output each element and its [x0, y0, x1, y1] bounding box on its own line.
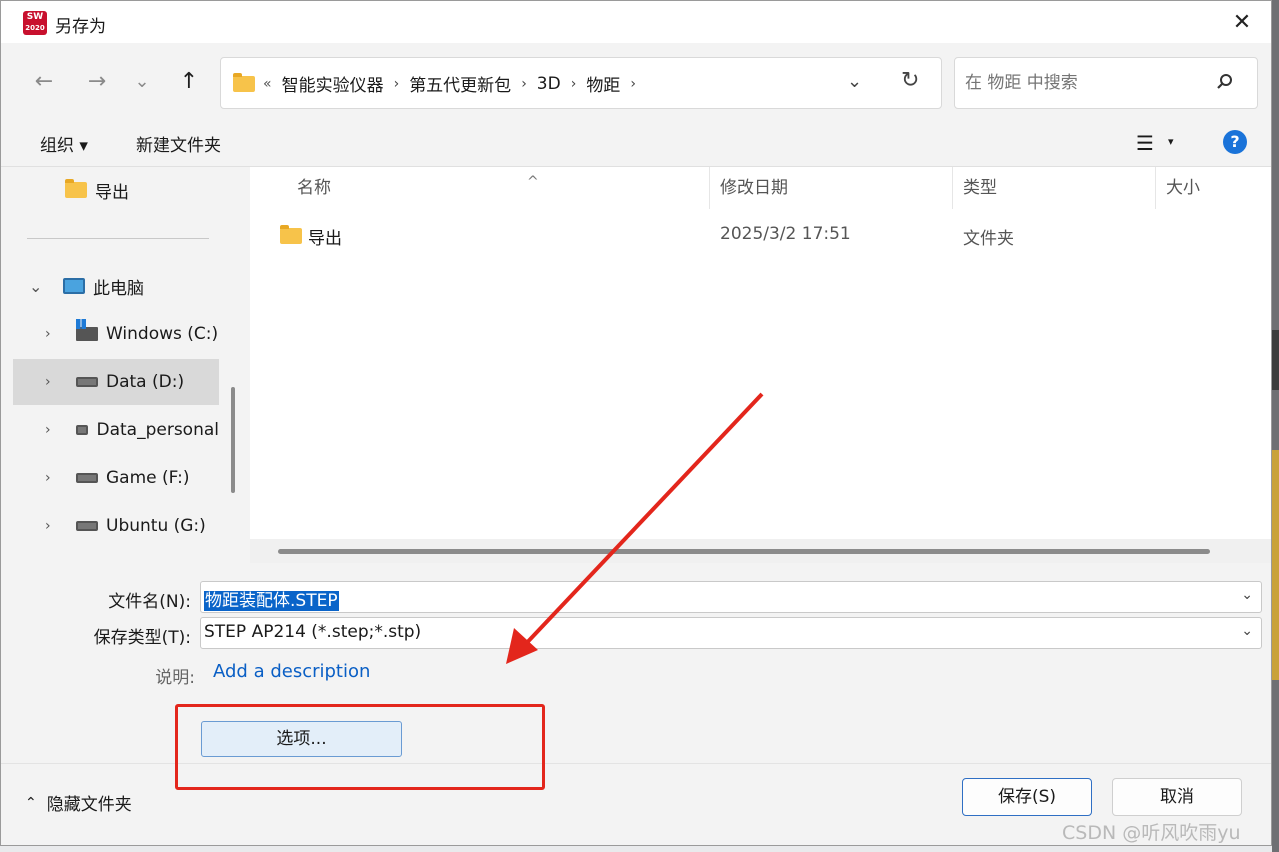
- chevron-up-icon: ⌃: [25, 794, 37, 811]
- search-box[interactable]: [954, 57, 1258, 109]
- filename-value: 物距装配体.STEP: [204, 591, 339, 611]
- column-header-date[interactable]: 修改日期: [708, 167, 953, 209]
- sort-ascending-icon: ^: [527, 174, 539, 190]
- forward-arrow-icon[interactable]: →: [82, 67, 112, 97]
- windows-drive-icon: [76, 319, 98, 341]
- breadcrumb-item[interactable]: 智能实验仪器: [282, 71, 384, 96]
- chevron-down-icon[interactable]: ⌄: [29, 277, 42, 296]
- organize-menu[interactable]: 组织 ▾: [40, 131, 88, 156]
- chevron-right-icon: ›: [570, 75, 577, 92]
- breadcrumb: « 智能实验仪器 › 第五代更新包 › 3D › 物距 ›: [263, 71, 646, 97]
- file-date: 2025/3/2 17:51: [720, 224, 851, 244]
- file-name: 导出: [308, 229, 342, 249]
- computer-icon: [63, 278, 85, 294]
- navigation-pane: 导出 ⌄ 此电脑 › Windows (C:) › Data (D:) › Da…: [13, 167, 245, 563]
- divider: [27, 238, 209, 239]
- chevron-down-icon[interactable]: ▾: [1168, 135, 1174, 148]
- chevron-right-icon: ›: [393, 75, 400, 92]
- sidebar-item-drive-d[interactable]: › Data (D:): [13, 359, 219, 405]
- chevron-right-icon: ›: [630, 75, 636, 92]
- description-label: 说明:: [155, 668, 195, 688]
- chevron-down-icon[interactable]: ⌄: [1241, 623, 1253, 639]
- chevron-down-icon[interactable]: ⌄: [1241, 587, 1253, 603]
- sidebar-item-export[interactable]: 导出: [13, 167, 219, 213]
- back-arrow-icon[interactable]: ←: [29, 67, 59, 97]
- up-arrow-icon[interactable]: ↑: [174, 67, 204, 97]
- folder-icon: [233, 73, 255, 92]
- new-folder-button[interactable]: 新建文件夹: [136, 131, 221, 156]
- column-header-name[interactable]: ^ 名称: [285, 167, 710, 209]
- drive-icon: [76, 425, 89, 435]
- sidebar-item-this-pc[interactable]: ⌄ 此电脑: [13, 263, 219, 309]
- filename-field[interactable]: 物距装配体.STEP ⌄: [200, 581, 1262, 613]
- search-input[interactable]: [965, 70, 1205, 96]
- chevron-right-icon[interactable]: ›: [45, 374, 51, 390]
- filename-label: 文件名(N):: [108, 592, 191, 612]
- drive-icon: [76, 377, 98, 387]
- file-type: 文件夹: [963, 229, 1014, 249]
- command-bar: 组织 ▾ 新建文件夹 ☰ ▾ ?: [1, 119, 1271, 167]
- sidebar-item-drive-e[interactable]: › Data_personal: [13, 407, 219, 453]
- background-app-edge: [1272, 0, 1279, 852]
- chevron-down-icon[interactable]: ⌄: [847, 71, 862, 92]
- chevron-right-icon[interactable]: ›: [45, 326, 51, 342]
- recent-locations-icon[interactable]: ⌄: [127, 67, 157, 97]
- chevron-right-icon[interactable]: ›: [45, 470, 51, 486]
- search-icon[interactable]: [1215, 72, 1235, 92]
- table-row[interactable]: 导出 2025/3/2 17:51 文件夹: [250, 217, 1270, 253]
- breadcrumb-item[interactable]: 物距: [586, 71, 620, 96]
- save-type-value: STEP AP214 (*.step;*.stp): [204, 622, 422, 642]
- view-options-icon[interactable]: ☰: [1136, 131, 1154, 155]
- chevron-right-icon[interactable]: ›: [45, 422, 51, 438]
- solidworks-app-icon: SW 2020: [23, 11, 47, 35]
- cancel-button[interactable]: 取消: [1112, 778, 1242, 816]
- save-button[interactable]: 保存(S): [962, 778, 1092, 816]
- navigation-row: ← → ⌄ ↑ « 智能实验仪器 › 第五代更新包 › 3D › 物距 › ⌄ …: [1, 43, 1271, 119]
- sidebar-item-drive-g[interactable]: › Ubuntu (G:): [13, 503, 219, 549]
- sidebar-scrollbar[interactable]: [231, 387, 235, 493]
- address-bar[interactable]: « 智能实验仪器 › 第五代更新包 › 3D › 物距 › ⌄ ↻: [220, 57, 942, 109]
- hide-folders-toggle[interactable]: ⌃ 隐藏文件夹: [25, 790, 132, 816]
- sidebar-item-drive-c[interactable]: › Windows (C:): [13, 311, 219, 357]
- help-icon[interactable]: ?: [1223, 130, 1247, 154]
- annotation-highlight-box: [175, 704, 545, 790]
- chevron-right-icon: ›: [521, 75, 527, 92]
- dialog-title: 另存为: [55, 17, 106, 37]
- breadcrumb-item[interactable]: 第五代更新包: [409, 71, 511, 96]
- title-bar: SW 2020 另存为 ✕: [1, 1, 1271, 43]
- watermark: CSDN @听风吹雨yu: [1062, 822, 1241, 844]
- save-type-label: 保存类型(T):: [93, 628, 191, 648]
- folder-icon: [65, 179, 87, 198]
- chevron-right-icon[interactable]: ›: [45, 518, 51, 534]
- close-icon[interactable]: ✕: [1227, 9, 1257, 37]
- folder-icon: [280, 225, 302, 244]
- sidebar-item-drive-f[interactable]: › Game (F:): [13, 455, 219, 501]
- drive-icon: [76, 473, 98, 483]
- column-header-type[interactable]: 类型: [951, 167, 1156, 209]
- add-description-link[interactable]: Add a description: [213, 661, 370, 682]
- column-header-size[interactable]: 大小: [1154, 167, 1271, 209]
- horizontal-scrollbar[interactable]: [278, 549, 1210, 554]
- save-type-select[interactable]: STEP AP214 (*.step;*.stp) ⌄: [200, 617, 1262, 649]
- file-list: ^ 名称 修改日期 类型 大小 导出 2025/3/2 17:51 文件夹: [250, 167, 1271, 563]
- breadcrumb-item[interactable]: 3D: [537, 74, 561, 94]
- drive-icon: [76, 521, 98, 531]
- refresh-icon[interactable]: ↻: [901, 68, 919, 93]
